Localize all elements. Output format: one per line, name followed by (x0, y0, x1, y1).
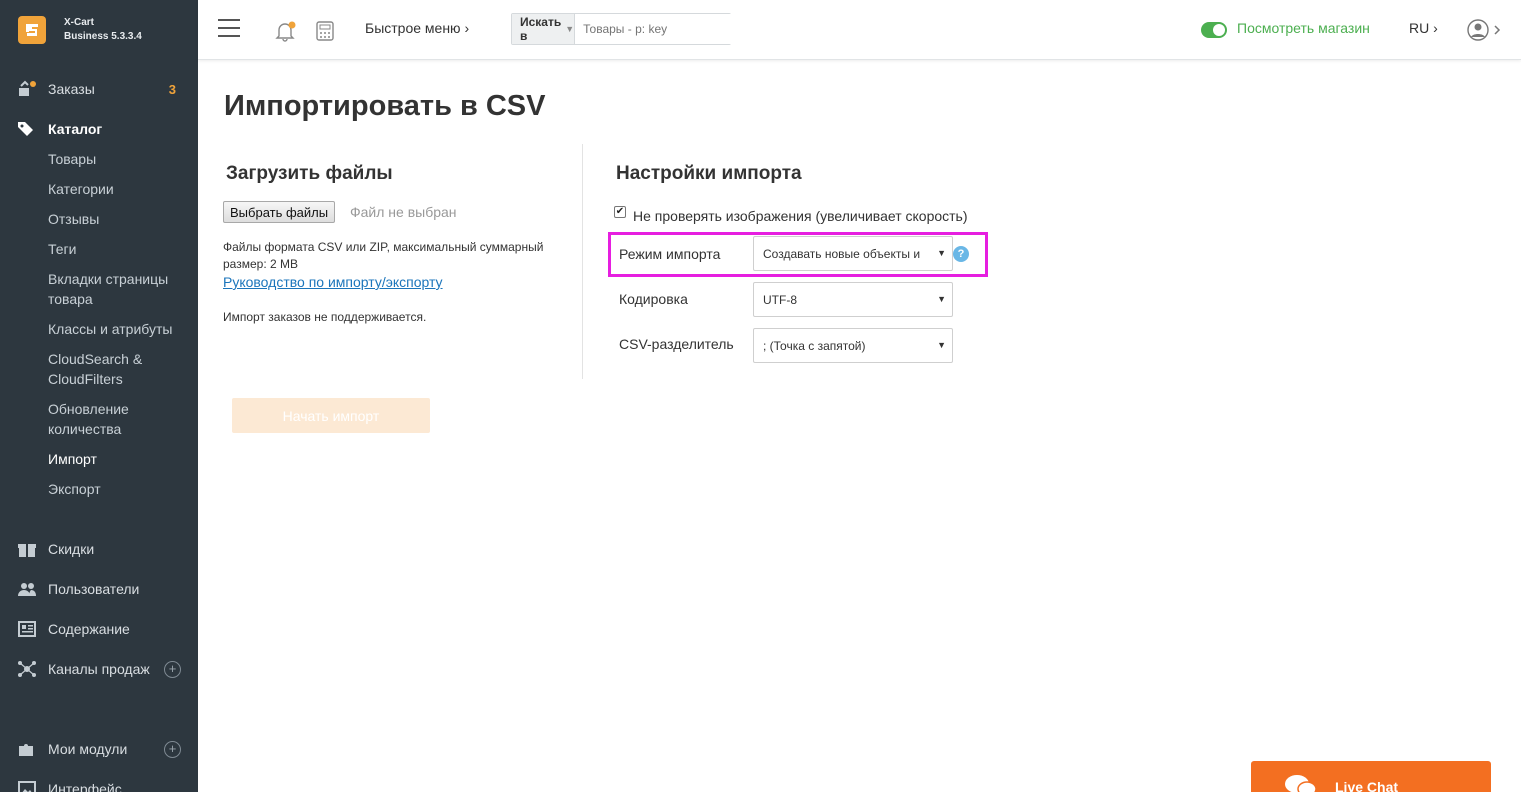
choose-files-button[interactable]: Выбрать файлы (223, 201, 336, 223)
sidebar-subitem-classes[interactable]: Классы и атрибуты (0, 314, 198, 344)
sidebar-subitem-import[interactable]: Импорт (0, 444, 198, 474)
chat-bubble-icon (1285, 775, 1317, 792)
no-file-label: Файл не выбран (350, 204, 457, 220)
sidebar-item-discounts[interactable]: Скидки (0, 534, 198, 564)
upload-heading: Загрузить файлы (226, 163, 393, 184)
sidebar-item-orders[interactable]: Заказы 3 (0, 74, 198, 104)
sidebar-item-label: Интерфейс (48, 781, 122, 792)
sidebar-item-label: Каналы продаж (48, 661, 150, 677)
chevron-down-icon: ▼ (565, 24, 575, 34)
calculator-icon[interactable] (315, 20, 335, 42)
sidebar-subitem-products[interactable]: Товары (0, 144, 198, 174)
sidebar-item-catalog[interactable]: Каталог (0, 114, 198, 144)
sidebar-item-modules[interactable]: Мои модули + (0, 734, 198, 764)
sidebar-subitem-categories[interactable]: Категории (0, 174, 198, 204)
sidebar-subitem-update-quantity[interactable]: Обновление количества (0, 394, 198, 444)
store-toggle[interactable] (1201, 22, 1227, 38)
orders-count-badge: 3 (168, 81, 176, 97)
column-divider (582, 144, 583, 379)
brand-version: Business 5.3.3.4 (64, 31, 142, 42)
quick-menu[interactable]: Быстрое меню › (365, 20, 469, 36)
bell-icon[interactable] (274, 20, 296, 42)
sidebar-item-channels[interactable]: Каналы продаж + (0, 654, 198, 684)
users-icon (18, 583, 36, 596)
chevron-down-icon: ▼ (937, 340, 946, 350)
import-mode-value: Создавать новые объекты и (763, 246, 921, 261)
search-scope-select[interactable]: Искать в ▼ (512, 14, 576, 44)
live-chat-button[interactable]: Live Chat (1251, 761, 1491, 792)
orders-import-note: Импорт заказов не поддерживается. (223, 310, 427, 324)
sidebar-item-label: Заказы (48, 81, 95, 97)
delimiter-label: CSV-разделитель (619, 336, 734, 352)
chevron-down-icon: ▼ (937, 248, 946, 258)
sidebar-item-label: количества (48, 421, 122, 437)
delimiter-value: ; (Точка с запятой) (763, 338, 866, 353)
orders-icon (19, 80, 36, 96)
gift-icon (18, 544, 36, 557)
sidebar-item-label: Пользователи (48, 581, 140, 597)
language-selector[interactable]: RU › (1409, 20, 1438, 36)
sidebar-subitem-export[interactable]: Экспорт (0, 474, 198, 504)
add-channel-plus-icon[interactable]: + (164, 661, 181, 678)
file-format-note: Файлы формата CSV или ZIP, максимальный … (223, 240, 544, 271)
sidebar-item-label: Мои модули (48, 741, 128, 757)
top-bar: Быстрое меню › Искать в▼ Посмотреть мага… (198, 0, 1521, 60)
start-import-button[interactable]: Начать импорт (232, 398, 430, 433)
image-icon (18, 781, 36, 792)
puzzle-icon (19, 744, 33, 756)
encoding-value: UTF-8 (763, 292, 797, 307)
sidebar-item-label: Скидки (48, 541, 95, 557)
brand[interactable]: X-Cart Business 5.3.3.4 (0, 0, 198, 60)
tags-icon (18, 122, 33, 136)
help-icon[interactable]: ? (953, 246, 969, 262)
encoding-select[interactable]: UTF-8 ▼ (753, 282, 953, 317)
view-store-link[interactable]: Посмотреть магазин (1237, 20, 1370, 36)
skip-images-label: Не проверять изображения (увеличивает ск… (633, 208, 968, 224)
sidebar-subitem-reviews[interactable]: Отзывы (0, 204, 198, 234)
delimiter-select[interactable]: ; (Точка с запятой) ▼ (753, 328, 953, 363)
brand-name: X-Cart (64, 17, 95, 28)
sidebar-item-label: товара (48, 291, 93, 307)
user-menu[interactable] (1467, 18, 1501, 46)
sidebar-item-label: Содержание (48, 621, 130, 637)
add-module-plus-icon[interactable]: + (164, 741, 181, 758)
page-title: Импортировать в CSV (224, 90, 546, 122)
sidebar-item-content[interactable]: Содержание (0, 614, 198, 644)
sidebar-subitem-cloudsearch[interactable]: CloudSearch & CloudFilters (0, 344, 198, 394)
sidebar-item-interface[interactable]: Интерфейс (0, 774, 198, 792)
settings-heading: Настройки импорта (616, 163, 802, 184)
skip-images-checkbox[interactable]: ✔ (614, 206, 626, 218)
sidebar-item-label: CloudFilters (48, 371, 123, 387)
network-icon (18, 661, 36, 677)
sidebar-item-users[interactable]: Пользователи (0, 574, 198, 604)
sidebar: X-Cart Business 5.3.3.4 Заказы 3 Каталог… (0, 0, 198, 792)
import-mode-label: Режим импорта (619, 246, 721, 262)
sidebar-item-label: Каталог (48, 121, 103, 137)
sidebar-subitem-tags[interactable]: Теги (0, 234, 198, 264)
sidebar-item-label: CloudSearch & (48, 351, 143, 367)
user-avatar-icon (1467, 19, 1501, 41)
search-box: Искать в ▼ (511, 13, 739, 45)
newspaper-icon (18, 621, 36, 637)
import-mode-select[interactable]: Создавать новые объекты и ▼ (753, 236, 953, 271)
encoding-label: Кодировка (619, 291, 688, 307)
search-scope-label: Искать в (520, 15, 562, 43)
search-input[interactable] (575, 14, 739, 44)
live-chat-label: Live Chat (1335, 779, 1399, 792)
xcart-logo-icon (18, 16, 46, 44)
hamburger-menu-icon[interactable] (218, 19, 240, 37)
chevron-down-icon: ▼ (937, 294, 946, 304)
sidebar-item-label: Обновление (48, 401, 129, 417)
import-export-guide-link[interactable]: Руководство по импорту/экспорту (223, 274, 443, 290)
sidebar-subitem-product-tabs[interactable]: Вкладки страницы товара (0, 264, 198, 314)
sidebar-item-label: Вкладки страницы (48, 271, 169, 287)
main-content: Импортировать в CSV Загрузить файлы Выбр… (198, 60, 1521, 792)
